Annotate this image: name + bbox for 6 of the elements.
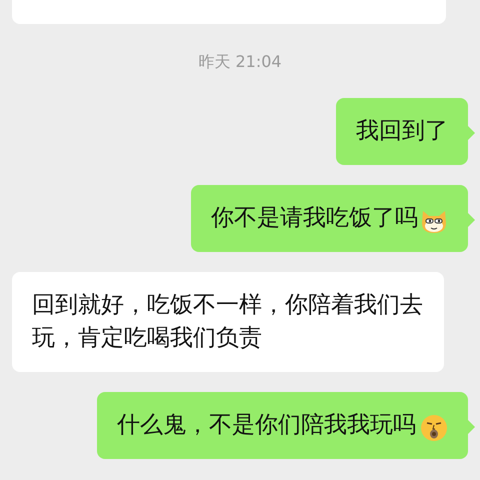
message-text: 回到就好，吃饭不一样，你陪着我们去玩，肯定吃喝我们负责: [32, 292, 423, 351]
message-text: 我回到了: [356, 118, 448, 144]
yawning-face-icon: [420, 414, 448, 442]
message-text: 什么鬼，不是你们陪我我玩吗: [117, 412, 416, 438]
timestamp: 昨天 21:04: [198, 51, 282, 73]
message-text: 你不是请我吃饭了吗: [211, 205, 418, 231]
